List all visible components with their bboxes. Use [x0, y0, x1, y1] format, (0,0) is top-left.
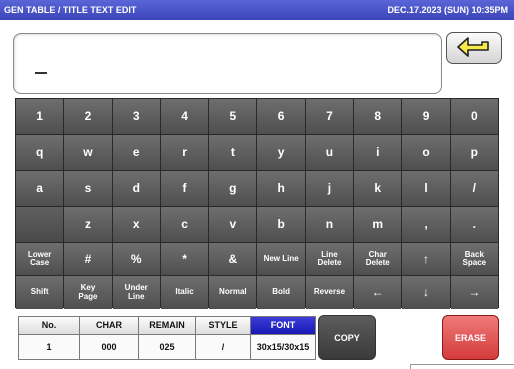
key-row6-under-line[interactable]: Under Line — [112, 276, 160, 309]
key-row4-n[interactable]: n — [305, 207, 354, 242]
key-row4-m[interactable]: m — [354, 207, 402, 242]
key-row4-blank[interactable] — [16, 207, 64, 242]
key-row6-normal[interactable]: Normal — [209, 276, 257, 309]
key-row5-sym-4[interactable]: & — [209, 243, 257, 275]
key-row1-8[interactable]: 8 — [354, 99, 402, 134]
style-label: STYLE — [196, 317, 250, 335]
enter-return-icon — [457, 37, 489, 57]
key-row2-e[interactable]: e — [112, 135, 160, 170]
divider — [410, 364, 514, 369]
copy-button[interactable]: COPY — [318, 315, 376, 360]
key-row1-2[interactable]: 2 — [64, 99, 112, 134]
no-value: 1 — [19, 334, 79, 359]
key-row5-sym-2[interactable]: % — [112, 243, 160, 275]
char-column: CHAR 000 — [80, 317, 139, 359]
status-panel: No. 1 CHAR 000 REMAIN 025 STYLE / FONT 3… — [18, 316, 316, 360]
text-edit-field[interactable] — [13, 33, 442, 94]
key-row6-sym-9[interactable]: → — [450, 276, 498, 309]
key-row4-sym-9[interactable]: . — [450, 207, 498, 242]
font-value: 30x15/30x15 — [251, 334, 315, 359]
key-row1-6[interactable]: 6 — [257, 99, 305, 134]
style-value: / — [196, 334, 250, 359]
char-label: CHAR — [80, 317, 138, 335]
key-row3-f[interactable]: f — [160, 171, 209, 206]
enter-button[interactable] — [446, 32, 502, 64]
remain-label: REMAIN — [139, 317, 195, 335]
style-column: STYLE / — [196, 317, 251, 359]
key-row3-sym-9[interactable]: / — [450, 171, 498, 206]
key-row2-u[interactable]: u — [305, 135, 354, 170]
key-row3-h[interactable]: h — [257, 171, 305, 206]
key-row2-t[interactable]: t — [209, 135, 257, 170]
font-label: FONT — [251, 317, 315, 335]
key-row1-7[interactable]: 7 — [305, 99, 354, 134]
erase-button[interactable]: ERASE — [442, 315, 499, 360]
keyboard: 1 2 3 4 5 6 7 8 9 0 q w e r t y u i o p a s d f g h j k l / z x c v b n m,. L… — [15, 98, 499, 309]
key-row5-sym-1[interactable]: # — [64, 243, 112, 275]
key-row2-p[interactable]: p — [450, 135, 498, 170]
key-row1-5[interactable]: 5 — [209, 99, 257, 134]
key-row5-lower-case[interactable]: Lower Case — [16, 243, 64, 275]
key-row5-char-delete[interactable]: Char Delete — [354, 243, 402, 275]
key-row2-o[interactable]: o — [402, 135, 450, 170]
key-row3-d[interactable]: d — [112, 171, 160, 206]
title-bar: GEN TABLE / TITLE TEXT EDIT DEC.17.2023 … — [0, 0, 514, 20]
key-row4-sym-8[interactable]: , — [402, 207, 450, 242]
key-row5-sym-8[interactable]: ↑ — [402, 243, 450, 275]
char-value: 000 — [80, 334, 138, 359]
key-row3-j[interactable]: j — [305, 171, 354, 206]
key-row2-y[interactable]: y — [257, 135, 305, 170]
key-row4-v[interactable]: v — [209, 207, 257, 242]
remain-value: 025 — [139, 334, 195, 359]
no-label: No. — [19, 317, 79, 335]
key-row6-reverse[interactable]: Reverse — [305, 276, 354, 309]
key-row2-q[interactable]: q — [16, 135, 64, 170]
key-row1-3[interactable]: 3 — [112, 99, 160, 134]
no-column: No. 1 — [19, 317, 80, 359]
key-row3-s[interactable]: s — [64, 171, 112, 206]
key-row6-key-page[interactable]: Key Page — [64, 276, 112, 309]
screen-title: GEN TABLE / TITLE TEXT EDIT — [4, 5, 137, 15]
key-row6-italic[interactable]: Italic — [160, 276, 209, 309]
key-row2-w[interactable]: w — [64, 135, 112, 170]
key-row4-c[interactable]: c — [160, 207, 209, 242]
key-row5-line-delete[interactable]: Line Delete — [305, 243, 354, 275]
datetime: DEC.17.2023 (SUN) 10:35PM — [387, 5, 508, 15]
key-row1-9[interactable]: 9 — [402, 99, 450, 134]
caret-icon — [35, 72, 47, 74]
key-row6-sym-8[interactable]: ↓ — [402, 276, 450, 309]
key-row3-a[interactable]: a — [16, 171, 64, 206]
key-row3-g[interactable]: g — [209, 171, 257, 206]
key-row2-r[interactable]: r — [160, 135, 209, 170]
key-row4-z[interactable]: z — [64, 207, 112, 242]
key-row4-x[interactable]: x — [112, 207, 160, 242]
key-row1-4[interactable]: 4 — [160, 99, 209, 134]
key-row6-bold[interactable]: Bold — [257, 276, 305, 309]
key-row3-k[interactable]: k — [354, 171, 402, 206]
key-row4-b[interactable]: b — [257, 207, 305, 242]
key-row2-i[interactable]: i — [354, 135, 402, 170]
key-row6-shift[interactable]: Shift — [16, 276, 64, 309]
key-row3-l[interactable]: l — [402, 171, 450, 206]
font-column[interactable]: FONT 30x15/30x15 — [251, 317, 315, 359]
key-row6-sym-7[interactable]: ← — [354, 276, 402, 309]
key-row5-back-space[interactable]: Back Space — [450, 243, 498, 275]
remain-column: REMAIN 025 — [139, 317, 196, 359]
key-row1-0[interactable]: 0 — [450, 99, 498, 134]
key-row5-new-line[interactable]: New Line — [257, 243, 305, 275]
key-row5-sym-3[interactable]: * — [160, 243, 209, 275]
key-row1-1[interactable]: 1 — [16, 99, 64, 134]
